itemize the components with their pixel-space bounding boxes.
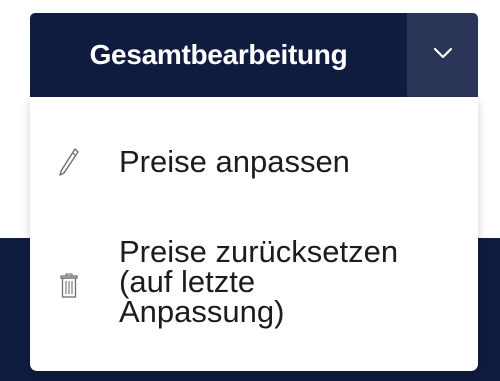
menu-item-label: Preise zurücksetzen (auf letzte Anpassun… — [119, 234, 399, 329]
dropdown-toggle-button[interactable] — [407, 13, 478, 97]
trash-icon — [58, 273, 80, 299]
dropdown-menu: Preise anpassen Preise zurücksetzen (auf… — [30, 97, 478, 371]
menu-item-label: Preise anpassen — [119, 144, 350, 179]
chevron-down-icon — [432, 46, 454, 65]
bulk-edit-split-button: Gesamtbearbeitung — [30, 13, 478, 97]
menu-item-reset-prices[interactable]: Preise zurücksetzen (auf letzte Anpassun… — [30, 233, 478, 337]
menu-item-adjust-prices[interactable]: Preise anpassen — [30, 135, 478, 191]
pencil-icon — [58, 147, 80, 177]
bulk-edit-button[interactable]: Gesamtbearbeitung — [30, 13, 407, 97]
